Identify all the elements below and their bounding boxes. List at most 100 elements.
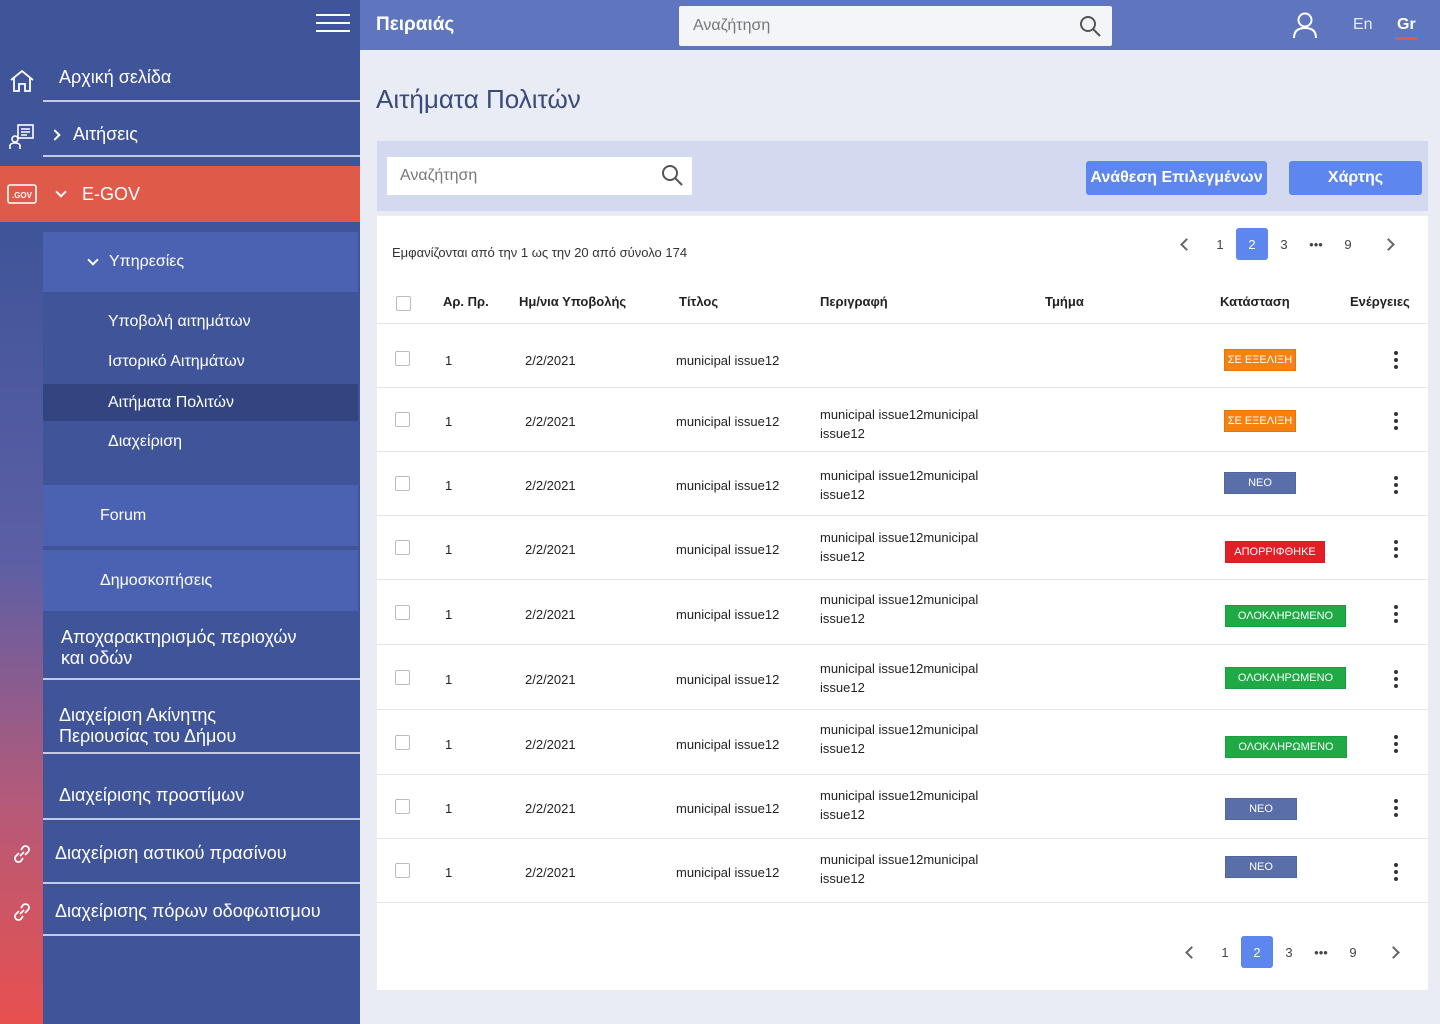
egov-icon[interactable]: .GOV [0, 166, 43, 222]
row-checkbox[interactable] [395, 540, 410, 555]
more-actions-icon[interactable] [1394, 540, 1398, 561]
sidebar-item-submit-requests[interactable]: Υποβολή αιτημάτων [43, 302, 358, 342]
sidebar-item-requests[interactable]: Αιτήσεις [43, 114, 360, 157]
row-checkbox[interactable] [395, 735, 410, 750]
page-2[interactable]: 2 [1236, 228, 1268, 260]
table-row[interactable]: 1 2/2/2021 municipal issue12 ΣΕ ΕΞΕΛΙΞΗ [377, 324, 1428, 388]
search-icon[interactable] [660, 163, 684, 192]
table-header: Αρ. Πρ. Ημ/νια Υποβολής Τίτλος Περιγραφή… [377, 282, 1428, 324]
status-badge: ΣΕ ΕΞΕΛΙΞΗ [1224, 410, 1296, 432]
table-row[interactable]: 1 2/2/2021 municipal issue12 municipal i… [377, 452, 1428, 516]
sidebar-item-request-history[interactable]: Ιστορικό Αιτημάτων [43, 342, 358, 382]
link-icon[interactable] [0, 836, 43, 872]
sidebar-item-label: Διαχείρισης προστίμων [59, 784, 245, 805]
page-3[interactable]: 3 [1273, 936, 1305, 968]
row-checkbox[interactable] [395, 476, 410, 491]
status-badge: ΟΛΟΚΛΗΡΩΜΕΝΟ [1225, 605, 1346, 627]
global-search-input[interactable]: Αναζήτηση [679, 6, 1112, 46]
row-checkbox[interactable] [395, 351, 410, 366]
more-actions-icon[interactable] [1394, 605, 1398, 626]
page-ellipsis[interactable]: ••• [1305, 936, 1337, 968]
sidebar-item-label: Διαχείριση αστικού πρασίνου [55, 842, 287, 863]
requests-table-panel: Εμφανίζονται από την 1 ως την 20 από σύν… [377, 216, 1428, 990]
table-row[interactable]: 1 2/2/2021 municipal issue12 municipal i… [377, 645, 1428, 710]
more-actions-icon[interactable] [1394, 476, 1398, 497]
sidebar-item-polls[interactable]: Δημοσκοπήσεις [43, 550, 358, 611]
cell-date: 2/2/2021 [525, 801, 576, 816]
row-checkbox[interactable] [395, 799, 410, 814]
sidebar: Αρχική σελίδα Αιτήσεις E-GOV Υπηρεσίες Υ… [43, 0, 360, 1024]
row-checkbox[interactable] [395, 605, 410, 620]
pagination-bottom: 1 2 3 ••• 9 [1175, 936, 1409, 968]
link-icon[interactable] [0, 894, 43, 930]
sidebar-item-fines[interactable]: Διαχείρισης προστίμων [43, 772, 360, 820]
sidebar-item-forum[interactable]: Forum [43, 485, 358, 546]
table-row[interactable]: 1 2/2/2021 municipal issue12 municipal i… [377, 580, 1428, 645]
user-icon[interactable] [1292, 11, 1318, 44]
sidebar-item-street-lighting[interactable]: Διαχείρισης πόρων οδοφωτισμου [43, 888, 360, 936]
cell-number: 1 [445, 737, 453, 752]
prev-page-icon[interactable] [1170, 228, 1202, 260]
sidebar-item-label: Αιτήματα Πολιτών [108, 393, 234, 411]
cell-title: municipal issue12 [676, 865, 780, 880]
row-checkbox[interactable] [395, 412, 410, 427]
more-actions-icon[interactable] [1394, 351, 1398, 372]
more-actions-icon[interactable] [1394, 735, 1398, 756]
col-header-title[interactable]: Τίτλος [679, 294, 718, 309]
prev-page-icon[interactable] [1175, 936, 1207, 968]
cell-number: 1 [445, 353, 453, 368]
next-page-icon[interactable] [1377, 936, 1409, 968]
sidebar-item-home[interactable]: Αρχική σελίδα [43, 55, 360, 102]
language-en[interactable]: En [1353, 16, 1373, 34]
cell-title: municipal issue12 [676, 801, 780, 816]
home-icon[interactable] [0, 60, 43, 102]
language-gr[interactable]: Gr [1395, 16, 1418, 40]
page-1[interactable]: 1 [1204, 228, 1236, 260]
next-page-icon[interactable] [1372, 228, 1404, 260]
page-9[interactable]: 9 [1337, 936, 1369, 968]
search-placeholder: Αναζήτηση [693, 17, 771, 34]
sidebar-item-citizen-requests[interactable]: Αιτήματα Πολιτών [43, 384, 358, 421]
col-header-status[interactable]: Κατάσταση [1220, 294, 1290, 309]
col-header-date[interactable]: Ημ/νια Υποβολής [519, 294, 626, 309]
table-row[interactable]: 1 2/2/2021 municipal issue12 municipal i… [377, 388, 1428, 452]
chevron-right-icon [49, 128, 61, 141]
table-row[interactable]: 1 2/2/2021 municipal issue12 municipal i… [377, 710, 1428, 775]
more-actions-icon[interactable] [1394, 412, 1398, 433]
col-header-description[interactable]: Περιγραφή [820, 294, 888, 309]
sidebar-item-property[interactable]: Διαχείριση Ακίνητης Περιουσίας του Δήμου [43, 700, 360, 754]
row-checkbox[interactable] [395, 863, 410, 878]
assign-selected-button[interactable]: Ανάθεση Επιλεγμένων [1086, 161, 1267, 195]
search-icon[interactable] [1078, 14, 1102, 43]
page-2[interactable]: 2 [1241, 936, 1273, 968]
col-header-number[interactable]: Αρ. Πρ. [443, 294, 489, 309]
sidebar-item-declassification[interactable]: Αποχαρακτηρισμός περιοχών και οδών [43, 618, 360, 680]
sidebar-item-egov[interactable]: E-GOV [43, 166, 360, 222]
page-9[interactable]: 9 [1332, 228, 1364, 260]
page-1[interactable]: 1 [1209, 936, 1241, 968]
page-3[interactable]: 3 [1268, 228, 1300, 260]
more-actions-icon[interactable] [1394, 670, 1398, 691]
more-actions-icon[interactable] [1394, 863, 1398, 884]
cell-date: 2/2/2021 [525, 672, 576, 687]
requests-icon[interactable] [0, 116, 43, 158]
select-all-checkbox[interactable] [396, 296, 411, 311]
hamburger-menu-icon[interactable] [316, 14, 350, 36]
sidebar-item-urban-green[interactable]: Διαχείριση αστικού πρασίνου [43, 824, 360, 884]
cell-description: municipal issue12municipal issue12 [820, 661, 979, 695]
sidebar-item-management[interactable]: Διαχείριση [43, 422, 358, 462]
col-header-department[interactable]: Τμήμα [1045, 294, 1084, 309]
table-search-input[interactable]: Αναζήτηση [387, 157, 692, 195]
row-checkbox[interactable] [395, 670, 410, 685]
sidebar-item-services[interactable]: Υπηρεσίες [43, 232, 358, 292]
table-row[interactable]: 1 2/2/2021 municipal issue12 municipal i… [377, 775, 1428, 839]
table-row[interactable]: 1 2/2/2021 municipal issue12 municipal i… [377, 516, 1428, 580]
map-button[interactable]: Χάρτης [1289, 161, 1422, 195]
more-actions-icon[interactable] [1394, 799, 1398, 820]
cell-title: municipal issue12 [676, 607, 780, 622]
top-bar: Πειραιάς Αναζήτηση En Gr [360, 0, 1440, 50]
cell-title: municipal issue12 [676, 353, 780, 368]
page-ellipsis[interactable]: ••• [1300, 228, 1332, 260]
table-row[interactable]: 1 2/2/2021 municipal issue12 municipal i… [377, 839, 1428, 903]
cell-date: 2/2/2021 [525, 865, 576, 880]
